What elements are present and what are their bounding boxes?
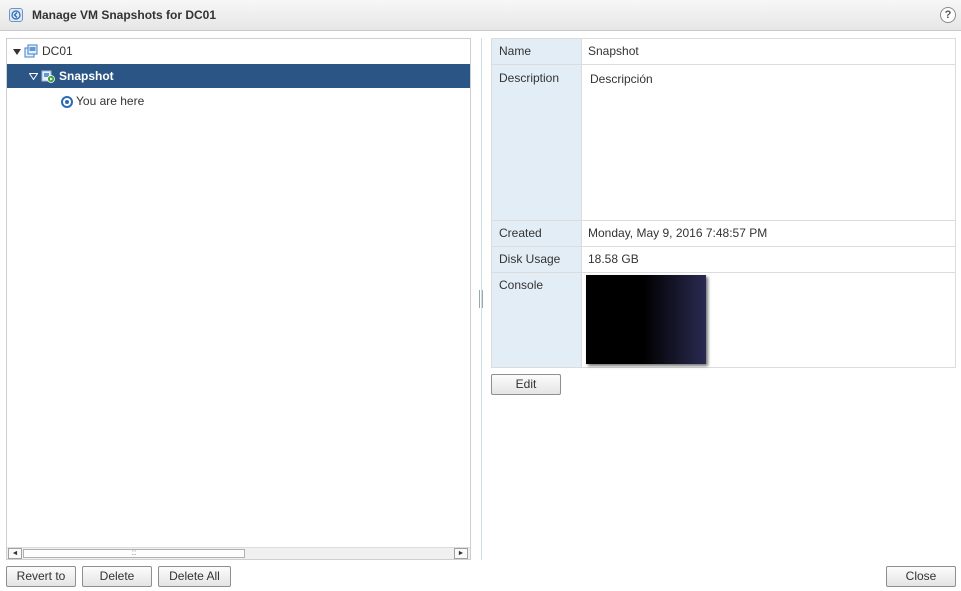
delete-all-button[interactable]: Delete All bbox=[158, 566, 231, 587]
detail-row-name: Name Snapshot bbox=[492, 39, 955, 65]
detail-row-console: Console bbox=[492, 273, 955, 367]
help-icon[interactable]: ? bbox=[940, 7, 956, 23]
snapshot-icon bbox=[41, 70, 55, 83]
detail-value: 18.58 GB bbox=[588, 252, 639, 266]
detail-value: Monday, May 9, 2016 7:48:57 PM bbox=[588, 226, 768, 240]
dialog-title: Manage VM Snapshots for DC01 bbox=[32, 8, 217, 22]
tree-item-snapshot[interactable]: Snapshot bbox=[7, 64, 470, 88]
tree-item-label: You are here bbox=[76, 94, 145, 108]
tree-item-label: DC01 bbox=[42, 44, 73, 58]
chevron-down-icon[interactable] bbox=[13, 49, 21, 55]
detail-row-description: Description Descripción bbox=[492, 65, 955, 221]
delete-button[interactable]: Delete bbox=[82, 566, 152, 587]
tree-item-you-are-here[interactable]: You are here bbox=[7, 89, 470, 113]
detail-row-created: Created Monday, May 9, 2016 7:48:57 PM bbox=[492, 221, 955, 247]
vm-icon bbox=[24, 44, 38, 58]
detail-value: Snapshot bbox=[588, 44, 639, 58]
detail-row-disk-usage: Disk Usage 18.58 GB bbox=[492, 247, 955, 273]
scroll-left-icon[interactable]: ◄ bbox=[8, 548, 22, 559]
snapshot-tree: DC01 Snapshot You are here ◄ :: ► bbox=[6, 38, 471, 560]
back-arrow-icon[interactable] bbox=[9, 8, 23, 22]
tree-item-dc01[interactable]: DC01 bbox=[7, 39, 470, 63]
you-are-here-icon bbox=[61, 96, 73, 108]
detail-label: Description bbox=[492, 65, 582, 220]
edit-button[interactable]: Edit bbox=[491, 374, 561, 395]
snapshot-details: Name Snapshot Description Descripción Cr… bbox=[491, 38, 956, 368]
detail-label: Name bbox=[492, 39, 582, 64]
console-thumbnail[interactable] bbox=[586, 275, 706, 364]
chevron-down-icon[interactable] bbox=[29, 73, 38, 80]
dialog-title-bar: Manage VM Snapshots for DC01 ? bbox=[0, 0, 961, 31]
close-button[interactable]: Close bbox=[886, 566, 956, 587]
detail-label: Console bbox=[492, 273, 582, 367]
scrollbar-thumb[interactable]: :: bbox=[23, 549, 245, 558]
splitter-grip-icon[interactable] bbox=[478, 290, 484, 308]
horizontal-scrollbar[interactable]: ◄ :: ► bbox=[7, 547, 470, 559]
detail-value: Descripción bbox=[590, 72, 653, 86]
detail-label: Disk Usage bbox=[492, 247, 582, 272]
scroll-right-icon[interactable]: ► bbox=[454, 548, 468, 559]
detail-label: Created bbox=[492, 221, 582, 246]
tree-item-label: Snapshot bbox=[59, 69, 114, 83]
revert-to-button[interactable]: Revert to bbox=[6, 566, 76, 587]
